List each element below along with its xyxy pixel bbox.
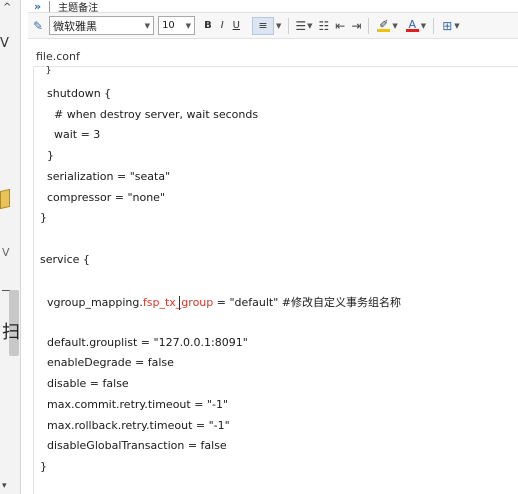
format-toolbar: ✎ 微软雅黑 ▼ 10 ▼ B I U ≡ ▼ ☰ ▼ ☷ ⇤ ⇥ ✐ ▼ A … (28, 12, 518, 39)
code-line: } (40, 66, 52, 76)
code-line: disableGlobalTransaction = false (40, 439, 227, 452)
bullet-list-icon[interactable]: ☷ (319, 19, 330, 33)
code-line: service { (40, 253, 90, 266)
code-line: # when destroy server, wait seconds (40, 108, 259, 121)
font-size-value: 10 (162, 20, 175, 31)
font-color-button[interactable]: A (405, 17, 419, 32)
expand-chevron-icon[interactable]: » (34, 0, 41, 13)
format-painter-icon[interactable]: ✎ (33, 19, 43, 33)
font-color-swatch (405, 28, 419, 32)
italic-button[interactable]: I (221, 20, 224, 31)
chevron-down-icon[interactable]: ▼ (421, 22, 426, 30)
code-line: serialization = "seata" (40, 170, 171, 183)
header-divider (49, 0, 51, 12)
code-line: compressor = "none" (40, 191, 166, 204)
code-line: default.grouplist = "127.0.0.1:8091" (40, 336, 248, 349)
code-line: max.rollback.retry.timeout = "-1" (40, 419, 230, 432)
code-line-vgroup: vgroup_mapping.fsp_tx_group = "default" … (40, 294, 401, 310)
chevron-down-icon[interactable]: ▼ (307, 22, 312, 30)
chevron-down-icon: ▼ (185, 21, 192, 30)
code-line: } (40, 211, 47, 224)
chevron-down-icon[interactable]: ▾ (2, 481, 7, 491)
toolbar-divider (288, 17, 290, 34)
toolbar-divider (433, 17, 435, 34)
table-icon[interactable]: ⊞ (442, 19, 452, 33)
outdent-icon[interactable]: ⇤ (335, 19, 345, 33)
underline-button[interactable]: U (233, 20, 240, 31)
toolbar-divider (368, 17, 370, 34)
background-window-strip: ^ V V 扫 ▾ (0, 0, 21, 494)
collapse-caret-icon[interactable]: ^ (3, 2, 11, 13)
partial-letter: V (0, 36, 9, 51)
numbered-list-icon[interactable]: ☰ (295, 19, 306, 33)
code-segment: vgroup_mapping. (40, 296, 143, 309)
code-line: enableDegrade = false (40, 356, 174, 369)
font-family-select[interactable]: 微软雅黑 ▼ (49, 16, 155, 35)
code-line: } (40, 149, 54, 162)
font-family-value: 微软雅黑 (53, 19, 98, 33)
highlighter-icon: ✐ (379, 17, 389, 31)
notes-header: » 主题备注 (28, 0, 518, 14)
align-left-icon: ≡ (258, 19, 268, 32)
code-line: max.commit.retry.timeout = "-1" (40, 398, 229, 411)
chevron-down-icon[interactable]: ▼ (392, 22, 397, 30)
align-left-button[interactable]: ≡ (251, 16, 274, 35)
bold-button[interactable]: B (204, 20, 212, 31)
code-line: wait = 3 (40, 128, 101, 141)
font-color-icon: A (408, 17, 417, 31)
highlight-color-button[interactable]: ✐ (377, 17, 391, 32)
note-filename: file.conf (36, 50, 80, 63)
code-line: disable = false (40, 377, 129, 390)
code-segment: = "default" #修改自定义事务组名称 (213, 296, 401, 309)
font-size-select[interactable]: 10 ▼ (158, 16, 196, 35)
note-icon (0, 188, 10, 210)
code-line: } (40, 460, 47, 473)
chevron-down-icon: ▼ (144, 21, 151, 30)
chevron-down-icon[interactable]: ▼ (454, 22, 459, 30)
chevron-down-icon[interactable]: ▼ (276, 22, 281, 30)
partial-glyph: 扫 (2, 322, 20, 343)
indent-icon[interactable]: ⇥ (351, 19, 361, 33)
code-line: shutdown { (40, 87, 112, 100)
partial-v-label: V (2, 246, 10, 259)
highlight-color-swatch (377, 28, 391, 32)
text-cursor (179, 296, 180, 310)
